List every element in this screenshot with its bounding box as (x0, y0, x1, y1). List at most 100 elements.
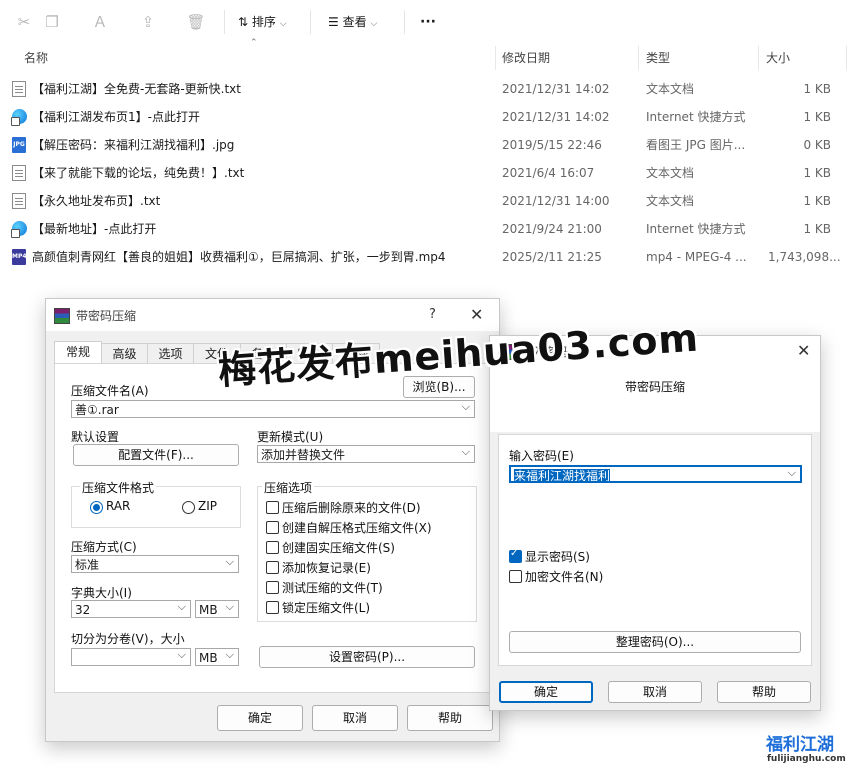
option-label: 添加恢复记录(E) (282, 561, 371, 575)
file-row[interactable]: 【最新地址】-点此打开 2021/9/24 21:00 Internet 快捷方… (0, 215, 867, 243)
column-divider[interactable] (495, 46, 496, 70)
file-size: 1 KB (803, 222, 831, 236)
format-zip-label: ZIP (198, 499, 217, 513)
file-size: 1 KB (803, 82, 831, 96)
format-zip-radio[interactable] (182, 501, 195, 514)
tab-general[interactable]: 常规 (54, 341, 102, 364)
method-label: 压缩方式(C) (71, 540, 137, 554)
file-name: 高颜值刺青网红【善良的姐姐】收费福利①，巨屌搞洞、扩张，一步到胃.mp4 (32, 250, 446, 264)
file-name: 【最新地址】-点此打开 (32, 222, 157, 236)
file-date: 2021/12/31 14:02 (502, 82, 610, 96)
option-label: 创建固实压缩文件(S) (282, 541, 395, 555)
test-files-checkbox[interactable] (266, 581, 279, 594)
toolbar-divider (310, 10, 311, 34)
file-row[interactable]: 【永久地址发布页】.txt 2021/12/31 14:00 文本文档 1 KB (0, 187, 867, 215)
recovery-record-checkbox[interactable] (266, 561, 279, 574)
file-date: 2021/9/24 21:00 (502, 222, 602, 236)
internet-shortcut-icon (11, 109, 27, 126)
file-row[interactable]: MP4 高颜值刺青网红【善良的姐姐】收费福利①，巨屌搞洞、扩张，一步到胃.mp4… (0, 243, 867, 271)
cancel-button[interactable]: 取消 (608, 681, 702, 703)
dict-unit-select[interactable]: MB (195, 600, 239, 618)
column-divider[interactable] (846, 46, 847, 70)
show-password-label: 显示密码(S) (525, 550, 590, 564)
copy-icon[interactable]: ❐ (42, 12, 62, 32)
archive-name-input[interactable]: 善①.rar (71, 400, 475, 418)
file-row[interactable]: 【来了就能下载的论坛，纯免费！】.txt 2021/6/4 16:07 文本文档… (0, 159, 867, 187)
ok-button[interactable]: 确定 (499, 681, 593, 703)
site-logo-domain: fulijianghu.com (767, 754, 846, 764)
column-header-type[interactable]: 类型 (646, 46, 670, 70)
column-header-size[interactable]: 大小 (766, 46, 790, 70)
delete-after-checkbox[interactable] (266, 501, 279, 514)
lock-archive-checkbox[interactable] (266, 601, 279, 614)
text-file-icon (12, 193, 26, 209)
column-header-date[interactable]: 修改日期 (502, 46, 550, 70)
dict-size-select[interactable]: 32 (71, 600, 191, 618)
ok-button[interactable]: 确定 (217, 705, 303, 731)
winrar-icon (54, 308, 70, 324)
toolbar: ✂ ❐ Ａ ⇪ 🗑 ⇅ 排序 ⌵ ☰ 查看 ⌵ ··· (0, 0, 867, 44)
show-password-checkbox[interactable] (509, 548, 522, 563)
file-type: 文本文档 (646, 166, 695, 180)
jpg-file-icon: JPG (12, 137, 26, 153)
cut-icon[interactable]: ✂ (14, 12, 34, 32)
organize-passwords-button[interactable]: 整理密码(O)... (509, 631, 801, 653)
column-divider[interactable] (758, 46, 759, 70)
encrypt-names-checkbox[interactable] (509, 570, 522, 583)
set-password-button[interactable]: 设置密码(P)... (259, 646, 475, 668)
file-date: 2025/2/11 21:25 (502, 250, 602, 264)
dialog-subtitle: 带密码压缩 (624, 380, 685, 394)
file-name: 【福利江湖发布页1】-点此打开 (32, 110, 200, 124)
video-file-icon: MP4 (12, 249, 27, 265)
general-panel: 压缩文件名(A) 浏览(B)... 善①.rar 默认设置 配置文件(F)...… (54, 363, 492, 693)
file-name: 【永久地址发布页】.txt (32, 194, 161, 208)
file-row[interactable]: 【福利江湖】全免费-无套路-更新快.txt 2021/12/31 14:02 文… (0, 75, 867, 103)
file-size: 0 KB (803, 138, 831, 152)
file-row[interactable]: JPG 【解压密码：来福利江湖找福利】.jpg 2019/5/15 22:46 … (0, 131, 867, 159)
tab-options[interactable]: 选项 (147, 343, 194, 364)
file-date: 2019/5/15 22:46 (502, 138, 602, 152)
file-size: 1 KB (803, 110, 831, 124)
help-icon[interactable]: ? (429, 307, 436, 322)
sort-button[interactable]: ⇅ 排序 ⌵ (238, 12, 287, 32)
update-mode-label: 更新模式(U) (257, 430, 324, 444)
file-name: 【解压密码：来福利江湖找福利】.jpg (32, 138, 235, 152)
file-size: 1,743,098... (768, 250, 841, 264)
sort-indicator-icon: ⌃ (250, 38, 258, 48)
file-row[interactable]: 【福利江湖发布页1】-点此打开 2021/12/31 14:02 Interne… (0, 103, 867, 131)
column-divider[interactable] (638, 46, 639, 70)
method-select[interactable]: 标准 (71, 555, 239, 573)
column-header-name[interactable]: 名称 (24, 46, 48, 70)
cancel-button[interactable]: 取消 (312, 705, 398, 731)
close-icon[interactable]: ✕ (797, 341, 810, 360)
toolbar-divider (404, 10, 405, 34)
dialog-header: 带密码压缩 (490, 366, 820, 432)
profiles-button[interactable]: 配置文件(F)... (73, 444, 239, 466)
format-rar-radio[interactable] (90, 501, 103, 514)
view-button[interactable]: ☰ 查看 ⌵ (328, 12, 377, 32)
share-icon[interactable]: ⇪ (138, 12, 158, 32)
split-size-input[interactable] (71, 648, 191, 666)
text-file-icon (12, 165, 26, 181)
file-type: Internet 快捷方式 (646, 110, 746, 124)
help-button[interactable]: 帮助 (407, 705, 493, 731)
view-icon: ☰ (328, 15, 339, 29)
rename-icon[interactable]: Ａ (90, 12, 110, 32)
sfx-checkbox[interactable] (266, 521, 279, 534)
format-rar-label: RAR (106, 499, 131, 513)
split-unit-select[interactable]: MB (195, 648, 239, 666)
default-settings-label: 默认设置 (71, 430, 120, 444)
internet-shortcut-icon (11, 221, 27, 238)
update-mode-select[interactable]: 添加并替换文件 (257, 445, 475, 463)
sort-label: 排序 (251, 15, 276, 29)
split-volumes-label: 切分为分卷(V)，大小 (71, 632, 185, 646)
solid-checkbox[interactable] (266, 541, 279, 554)
more-options-button[interactable]: ··· (420, 12, 436, 32)
delete-icon[interactable]: 🗑 (186, 12, 206, 32)
password-input[interactable]: 来福利江湖找福利 (509, 465, 802, 483)
password-panel: 输入密码(E) 来福利江湖找福利 显示密码(S) 加密文件名(N) 整理密码(O… (498, 434, 812, 666)
help-button[interactable]: 帮助 (717, 681, 811, 703)
options-group-title: 压缩选项 (262, 479, 315, 496)
option-label: 压缩后删除原来的文件(D) (282, 501, 421, 515)
tab-advanced[interactable]: 高级 (101, 343, 148, 364)
